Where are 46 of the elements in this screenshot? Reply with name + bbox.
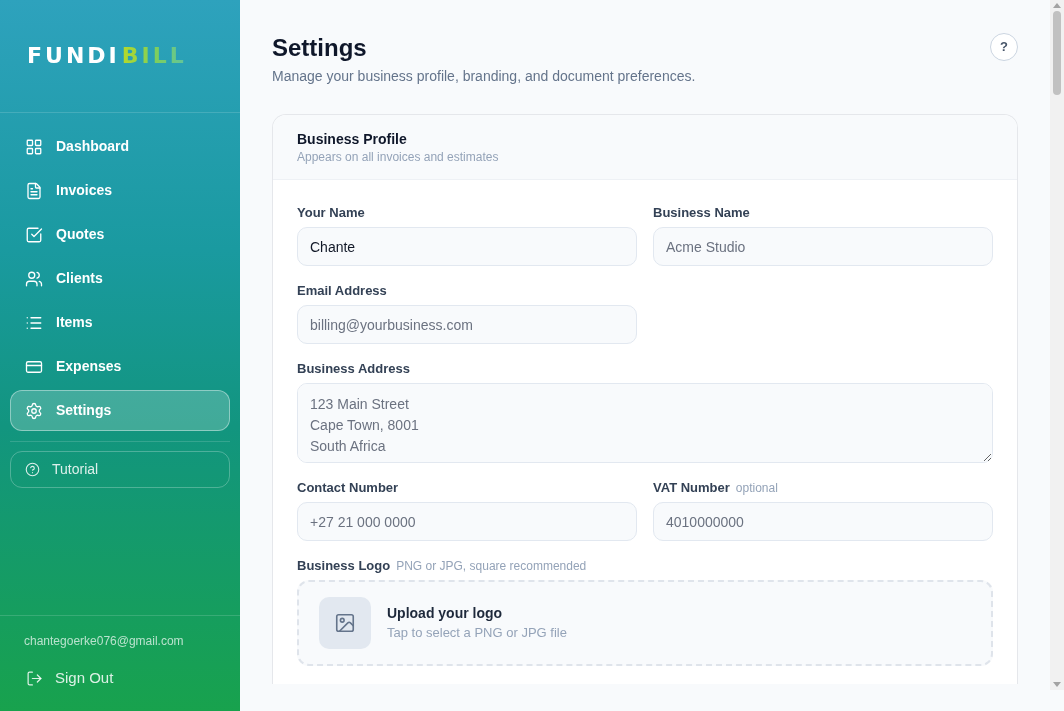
field-label: Business Address — [297, 360, 410, 378]
nav-item[interactable]: Clients — [10, 258, 230, 299]
upload-hint: Tap to select a PNG or JPG file — [387, 624, 567, 642]
field-note: PNG or JPG, square recommended — [396, 558, 587, 574]
nav-item[interactable]: Invoices — [10, 170, 230, 211]
page-subtitle: Manage your business profile, branding, and document preferences. — [272, 67, 696, 86]
nav-item[interactable]: Quotes — [10, 214, 230, 255]
input-field[interactable]: billing@yourbusiness.com — [297, 305, 637, 344]
image-icon — [319, 597, 371, 649]
upload-area[interactable]: Upload your logo Tap to select a PNG or JPG file — [297, 580, 993, 666]
scroll-up-icon[interactable] — [1053, 3, 1061, 8]
upload-title: Upload your logo — [387, 604, 504, 623]
page-title: Settings — [272, 33, 368, 63]
checkbox-icon — [25, 225, 43, 244]
logo: FUNDI BILL — [27, 43, 187, 69]
scrollbar-thumb[interactable] — [1053, 11, 1061, 95]
user-email: chantegoerke076@gmail.com — [24, 633, 185, 649]
help-button[interactable]: ? — [990, 33, 1018, 61]
grid-icon — [25, 137, 43, 156]
scroll-down-icon[interactable] — [1053, 682, 1061, 687]
sign-out-button[interactable]: Sign Out — [24, 660, 114, 696]
input-field[interactable]: Chante — [297, 227, 637, 266]
scrollbar[interactable] — [1050, 0, 1064, 690]
people-icon — [25, 269, 43, 288]
tutorial-button[interactable]: Tutorial — [10, 451, 230, 488]
field-label: Your Name — [297, 204, 365, 222]
input-field[interactable]: 4010000000 — [653, 502, 993, 541]
field-label: VAT Number — [653, 479, 730, 497]
document-icon — [25, 181, 43, 200]
card-title: Business Profile — [297, 130, 408, 149]
settings-icon — [25, 401, 43, 420]
nav-item[interactable]: Items — [10, 302, 230, 343]
help-icon — [25, 462, 40, 477]
textarea-field[interactable]: 123 Main Street Cape Town, 8001 South Africa — [297, 383, 993, 463]
field-label: Email Address — [297, 282, 387, 300]
card-subtitle: Appears on all invoices and estimates — [297, 149, 500, 165]
input-field[interactable]: Acme Studio — [653, 227, 993, 266]
nav-item[interactable]: Dashboard — [10, 126, 230, 167]
field-label: Business Logo — [297, 557, 391, 575]
field-note: optional — [735, 480, 778, 496]
nav-item[interactable]: Settings — [10, 390, 230, 431]
logout-icon — [26, 669, 43, 687]
field-label: Contact Number — [297, 479, 399, 497]
input-field[interactable]: +27 21 000 0000 — [297, 502, 637, 541]
field-label: Business Name — [653, 204, 750, 222]
nav-item[interactable]: Expenses — [10, 346, 230, 387]
